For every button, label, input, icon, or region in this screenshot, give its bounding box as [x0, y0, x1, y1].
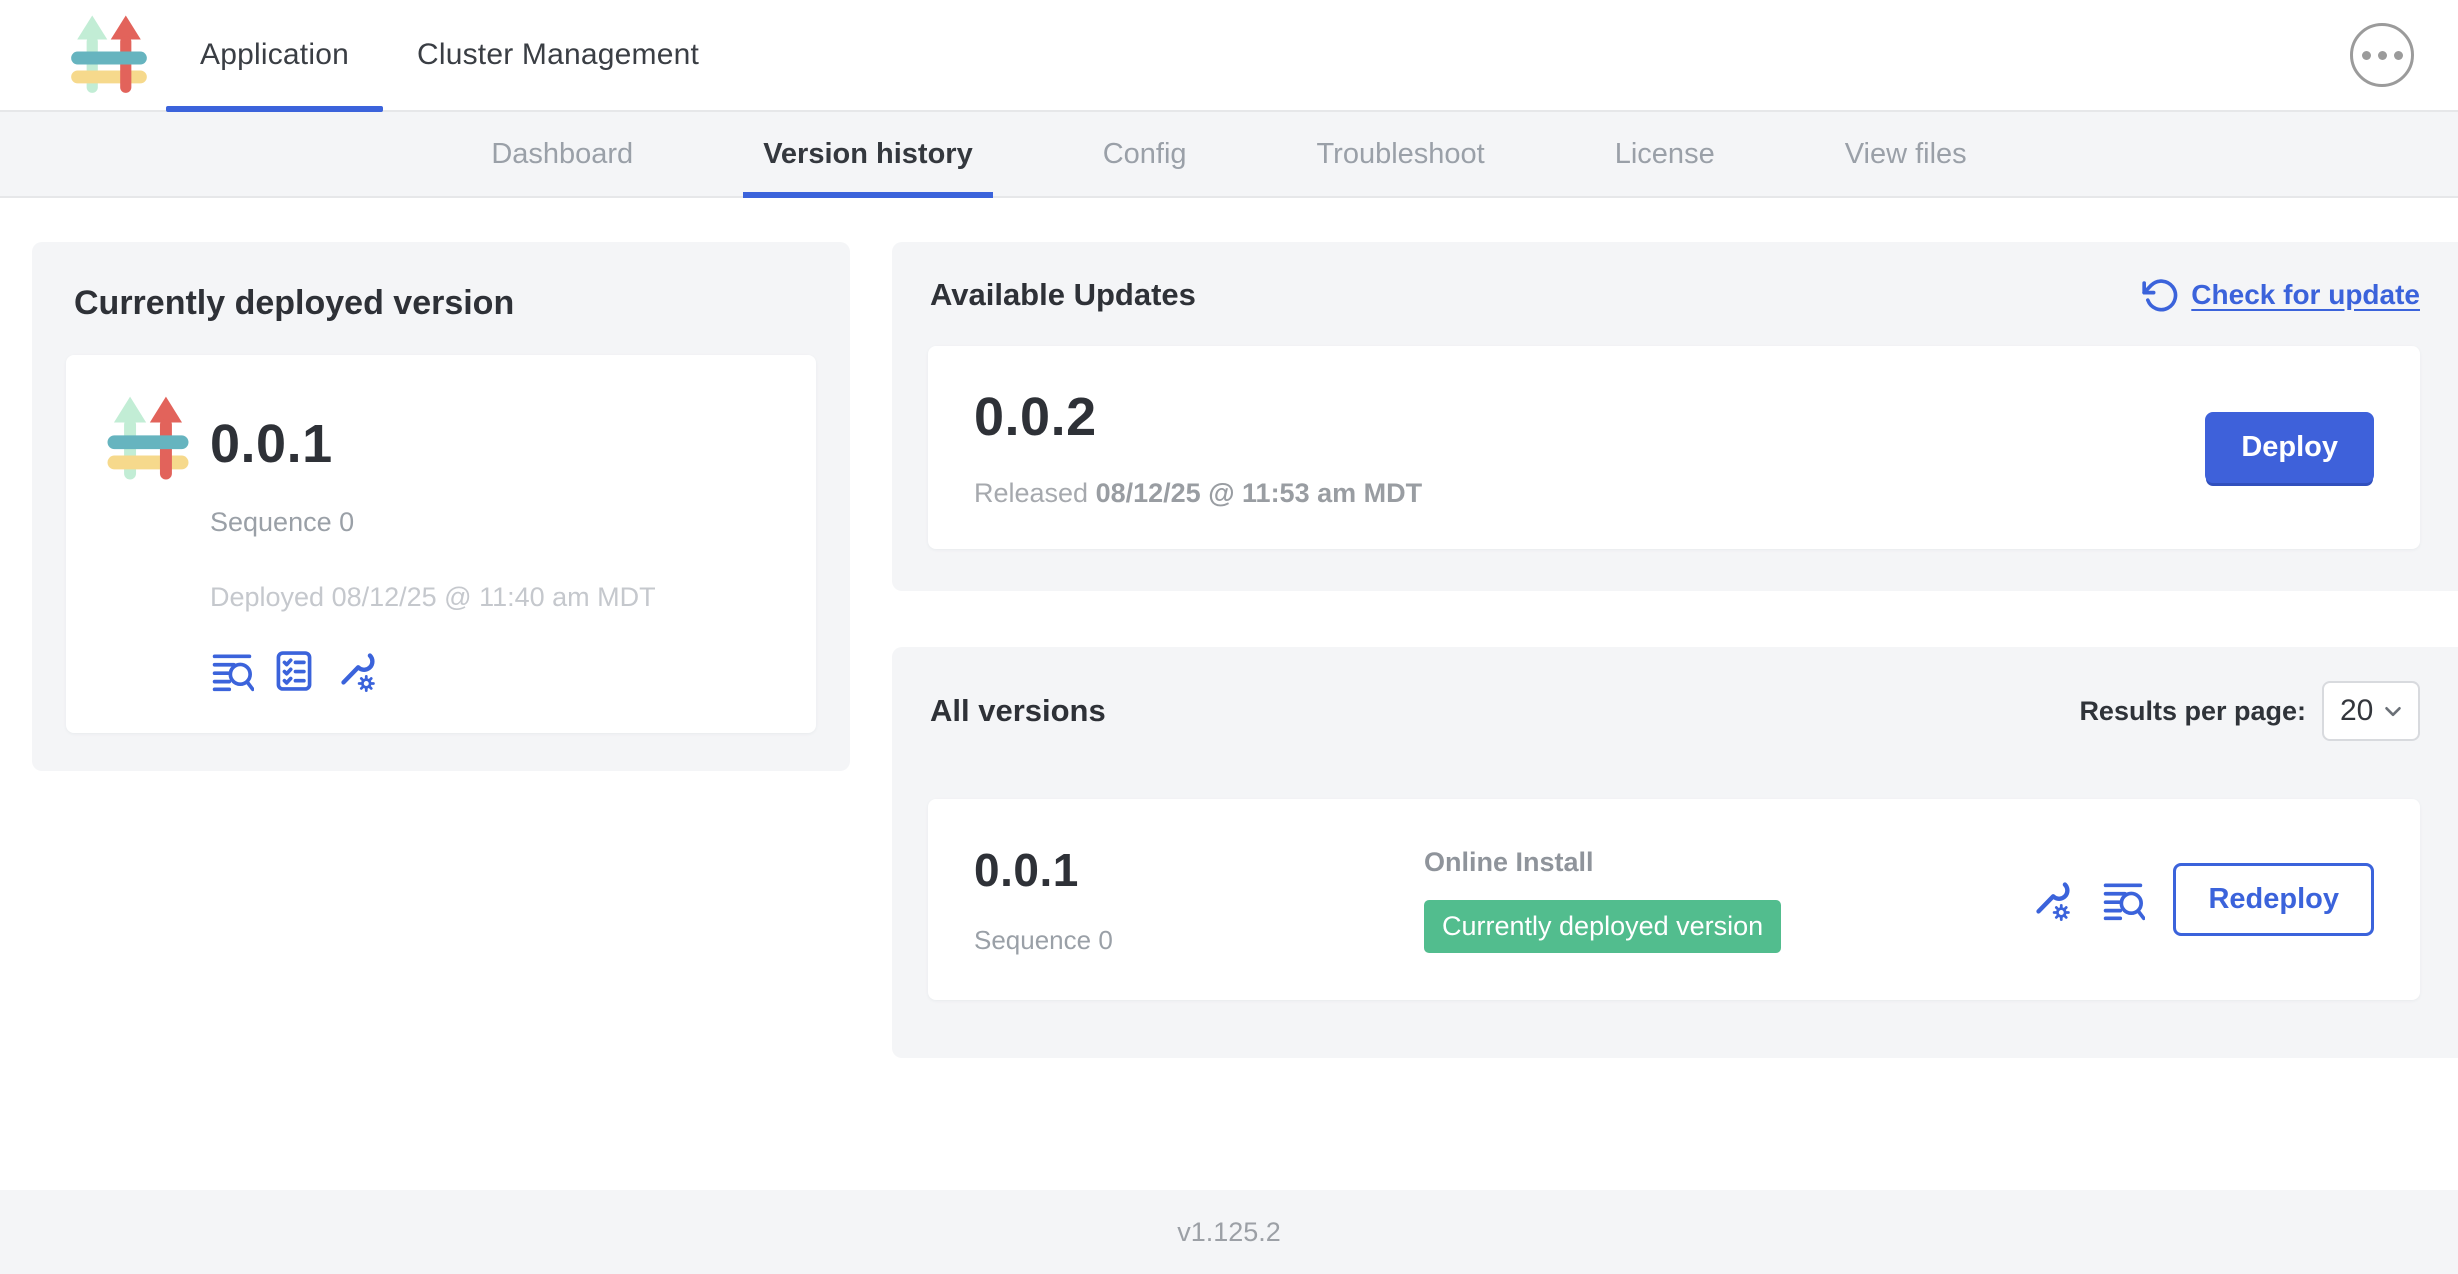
top-navigation: Application Cluster Management	[0, 0, 2458, 112]
view-logs-icon[interactable]	[210, 649, 254, 693]
available-updates-title: Available Updates	[930, 277, 1196, 313]
right-column: Available Updates Check for update 0.0.2…	[892, 242, 2458, 1058]
sub-tab-label: Version history	[763, 138, 973, 171]
version-row-version-column: 0.0.1 Sequence 0	[974, 843, 1424, 956]
tab-troubleshoot[interactable]: Troubleshoot	[1252, 112, 1550, 196]
menu-dot	[2394, 51, 2403, 60]
deployed-action-icons	[210, 649, 656, 693]
available-updates-card: Available Updates Check for update 0.0.2…	[892, 242, 2458, 591]
tab-license[interactable]: License	[1550, 112, 1780, 196]
sub-tab-label: Dashboard	[491, 138, 633, 171]
deployed-version-details: 0.0.1 Sequence 0 Deployed 08/12/25 @ 11:…	[210, 391, 656, 693]
currently-deployed-badge: Currently deployed version	[1424, 900, 1781, 953]
console-footer: v1.125.2	[0, 1190, 2458, 1274]
released-prefix: Released	[974, 478, 1096, 508]
active-tab-underline	[166, 106, 383, 112]
update-version-number: 0.0.2	[974, 386, 1422, 448]
update-version-panel: 0.0.2 Released 08/12/25 @ 11:53 am MDT D…	[928, 346, 2420, 549]
check-for-update-label: Check for update	[2191, 279, 2420, 311]
config-settings-icon[interactable]	[334, 649, 378, 693]
chevron-down-icon	[2380, 698, 2406, 724]
released-date: 08/12/25 @ 11:53 am MDT	[1096, 478, 1423, 508]
menu-dot	[2378, 51, 2387, 60]
version-row-status-column: Online Install Currently deployed versio…	[1424, 847, 2029, 953]
app-sub-navigation: Dashboard Version history Config Trouble…	[0, 112, 2458, 198]
deploy-button[interactable]: Deploy	[2205, 412, 2374, 483]
version-row: 0.0.1 Sequence 0 Online Install Currentl…	[928, 799, 2420, 1000]
deployed-timestamp: Deployed 08/12/25 @ 11:40 am MDT	[210, 582, 656, 613]
top-tab-label: Cluster Management	[417, 38, 699, 72]
preflight-checks-icon[interactable]	[272, 649, 316, 693]
app-logo-icon	[102, 391, 194, 487]
row-version-number: 0.0.1	[974, 843, 1424, 897]
all-versions-header: All versions Results per page: 20	[928, 681, 2420, 741]
version-row-action-icons	[2029, 878, 2145, 922]
config-settings-icon[interactable]	[2029, 878, 2073, 922]
currently-deployed-card: Currently deployed version 0.0.1 Sequenc…	[32, 242, 850, 771]
sub-tab-label: Config	[1103, 138, 1187, 171]
all-versions-card: All versions Results per page: 20 0.0.1 …	[892, 647, 2458, 1058]
sub-tab-label: View files	[1845, 138, 1967, 171]
view-logs-icon[interactable]	[2101, 878, 2145, 922]
top-tab-application[interactable]: Application	[166, 0, 383, 110]
row-sequence: Sequence 0	[974, 925, 1424, 956]
refresh-icon	[2141, 276, 2179, 314]
results-per-page: Results per page: 20	[2079, 681, 2420, 741]
available-updates-header: Available Updates Check for update	[928, 276, 2420, 314]
all-versions-title: All versions	[930, 693, 1106, 729]
currently-deployed-title: Currently deployed version	[74, 284, 816, 323]
results-per-page-label: Results per page:	[2079, 696, 2306, 727]
deployed-version-panel: 0.0.1 Sequence 0 Deployed 08/12/25 @ 11:…	[66, 355, 816, 733]
deployed-sequence: Sequence 0	[210, 507, 656, 538]
sub-tab-label: Troubleshoot	[1317, 138, 1485, 171]
tab-config[interactable]: Config	[1038, 112, 1252, 196]
update-version-details: 0.0.2 Released 08/12/25 @ 11:53 am MDT	[974, 386, 1422, 509]
update-released-timestamp: Released 08/12/25 @ 11:53 am MDT	[974, 478, 1422, 509]
ellipsis-menu-icon[interactable]	[2350, 23, 2414, 87]
tab-dashboard[interactable]: Dashboard	[426, 112, 698, 196]
check-for-update-link[interactable]: Check for update	[2141, 276, 2420, 314]
results-per-page-value: 20	[2340, 694, 2373, 728]
app-logo-icon	[66, 12, 152, 98]
sub-tab-label: License	[1615, 138, 1715, 171]
top-tab-cluster-management[interactable]: Cluster Management	[383, 0, 733, 110]
top-tab-label: Application	[200, 38, 349, 72]
console-version: v1.125.2	[1177, 1217, 1281, 1248]
deployed-version-number: 0.0.1	[210, 413, 656, 475]
install-type-label: Online Install	[1424, 847, 2029, 878]
tab-version-history[interactable]: Version history	[698, 112, 1038, 196]
main-content: Currently deployed version 0.0.1 Sequenc…	[0, 198, 2458, 1190]
menu-dot	[2362, 51, 2371, 60]
active-tab-underline	[743, 192, 993, 198]
redeploy-button[interactable]: Redeploy	[2173, 863, 2374, 936]
tab-view-files[interactable]: View files	[1780, 112, 2032, 196]
results-per-page-select[interactable]: 20	[2322, 681, 2420, 741]
version-row-actions: Redeploy	[2029, 863, 2374, 936]
